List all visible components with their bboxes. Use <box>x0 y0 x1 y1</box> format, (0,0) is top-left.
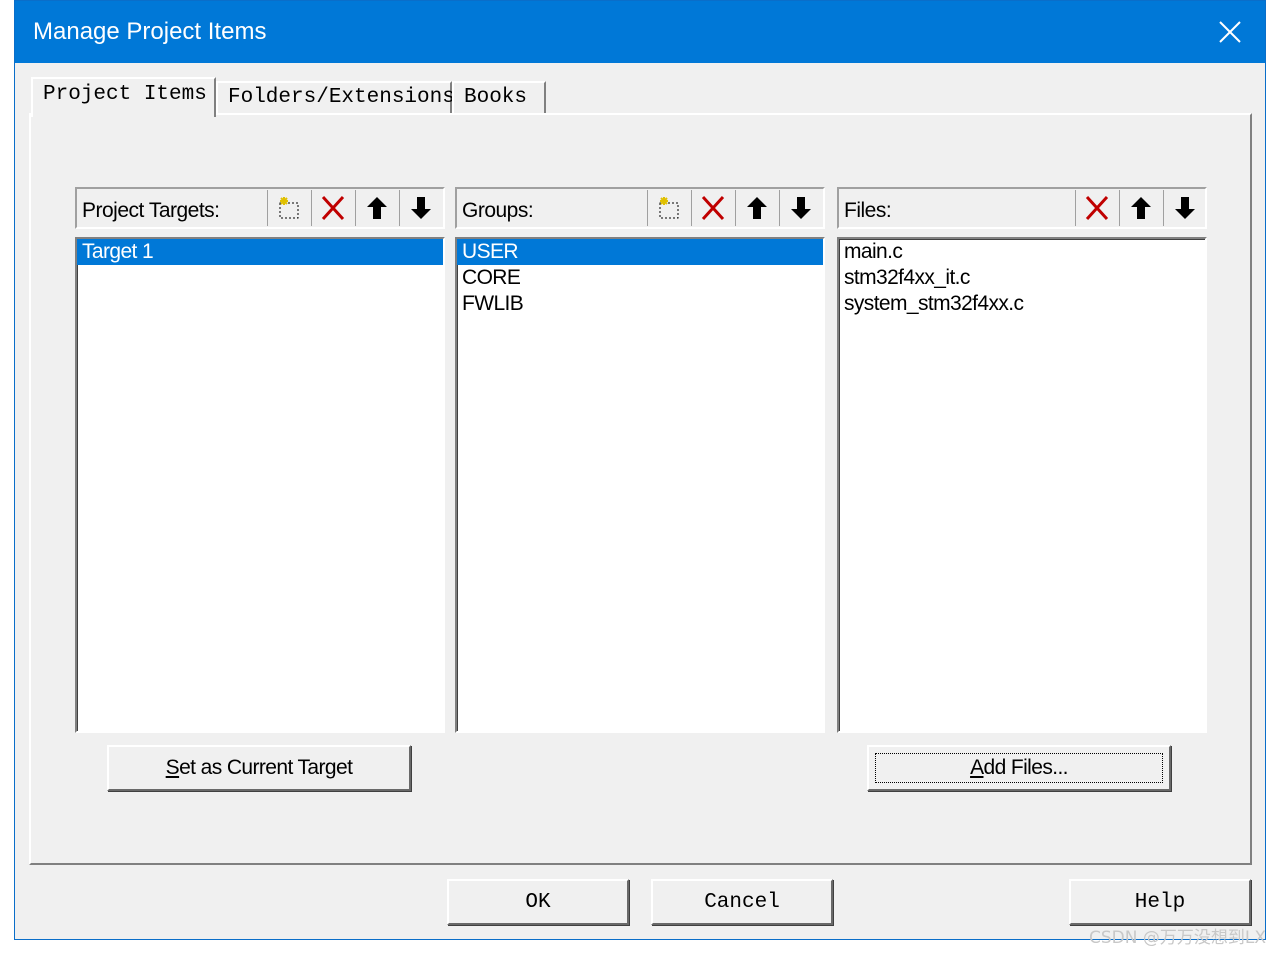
list-item[interactable]: FWLIB <box>457 291 823 317</box>
list-item[interactable]: system_stm32f4xx.c <box>839 291 1205 317</box>
move-target-down-button[interactable] <box>399 190 441 226</box>
watermark: CSDN @万万没想到LX <box>1089 928 1266 948</box>
window-title: Manage Project Items <box>33 18 267 45</box>
close-button[interactable] <box>1195 1 1265 63</box>
targets-header: Project Targets: <box>75 187 445 229</box>
targets-header-label: Project Targets: <box>82 199 220 222</box>
set-current-target-label: Set as Current Target <box>165 756 353 779</box>
delete-icon <box>701 195 724 221</box>
delete-icon <box>1085 195 1108 221</box>
delete-group-button[interactable] <box>691 190 733 226</box>
targets-listbox[interactable]: Target 1 <box>75 237 445 733</box>
groups-header-label: Groups: <box>462 199 534 222</box>
title-bar[interactable]: Manage Project Items <box>15 1 1265 63</box>
list-item[interactable]: main.c <box>839 239 1205 265</box>
cancel-button[interactable]: Cancel <box>651 879 833 925</box>
list-item[interactable]: CORE <box>457 265 823 291</box>
move-file-up-button[interactable] <box>1119 190 1161 226</box>
move-target-up-button[interactable] <box>355 190 397 226</box>
add-files-button[interactable]: Add Files... <box>867 745 1171 791</box>
move-down-icon <box>410 197 431 219</box>
move-file-down-button[interactable] <box>1163 190 1205 226</box>
list-item[interactable]: Target 1 <box>77 239 443 265</box>
new-icon <box>659 197 678 219</box>
tab-project-items[interactable]: Project Items <box>31 77 216 117</box>
delete-icon <box>321 195 344 221</box>
groups-listbox[interactable]: USER CORE FWLIB <box>455 237 825 733</box>
files-header-label: Files: <box>844 199 892 222</box>
move-group-down-button[interactable] <box>779 190 821 226</box>
new-group-button[interactable] <box>647 190 689 226</box>
files-header: Files: <box>837 187 1207 229</box>
move-up-icon <box>1130 197 1151 219</box>
move-down-icon <box>1174 197 1195 219</box>
set-current-target-button[interactable]: Set as Current Target <box>107 745 411 791</box>
move-group-up-button[interactable] <box>735 190 777 226</box>
close-icon <box>1219 21 1241 43</box>
groups-header: Groups: <box>455 187 825 229</box>
tab-books[interactable]: Books <box>452 81 546 115</box>
tab-folders-extensions[interactable]: Folders/Extensions <box>216 81 455 115</box>
list-item[interactable]: USER <box>457 239 823 265</box>
delete-file-button[interactable] <box>1075 190 1117 226</box>
new-icon <box>279 197 298 219</box>
ok-button[interactable]: OK <box>447 879 629 925</box>
files-listbox[interactable]: main.c stm32f4xx_it.c system_stm32f4xx.c <box>837 237 1207 733</box>
move-down-icon <box>790 197 811 219</box>
move-up-icon <box>746 197 767 219</box>
list-item[interactable]: stm32f4xx_it.c <box>839 265 1205 291</box>
tab-panel: Project Targets: Target 1 Groups: USER C… <box>29 113 1252 865</box>
dialog-window: Manage Project Items Project Items Folde… <box>14 0 1266 940</box>
new-target-button[interactable] <box>267 190 309 226</box>
delete-target-button[interactable] <box>311 190 353 226</box>
help-button[interactable]: Help <box>1069 879 1251 925</box>
move-up-icon <box>366 197 387 219</box>
